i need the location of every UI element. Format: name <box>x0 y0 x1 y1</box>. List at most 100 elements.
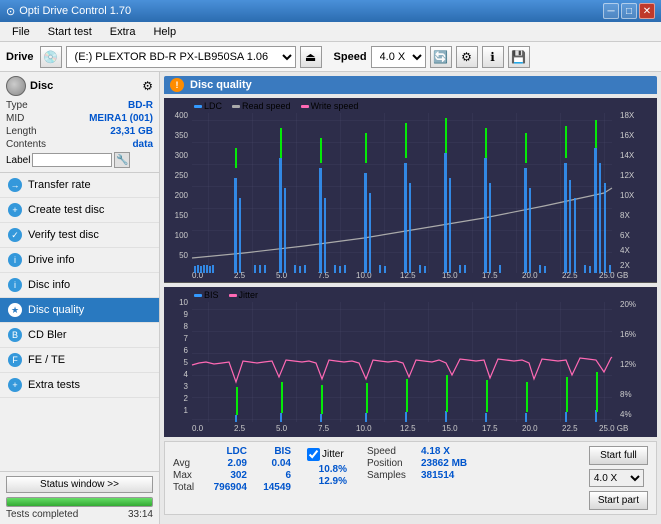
menu-extra[interactable]: Extra <box>102 24 144 40</box>
create-test-disc-icon: + <box>8 203 22 217</box>
main-area: Disc ⚙ Type BD-R MID MEIRA1 (001) Length… <box>0 72 661 524</box>
svg-text:350: 350 <box>175 131 189 140</box>
position-label: Position <box>367 458 417 469</box>
sidebar-item-verify-test-disc[interactable]: ✓ Verify test disc <box>0 223 159 248</box>
length-value: 23,31 GB <box>110 126 153 137</box>
disc-panel: Disc ⚙ Type BD-R MID MEIRA1 (001) Length… <box>0 72 159 173</box>
fe-te-label: FE / TE <box>28 354 65 366</box>
svg-text:14X: 14X <box>620 151 635 160</box>
sidebar-item-drive-info[interactable]: i Drive info <box>0 248 159 273</box>
refresh-button[interactable]: 🔄 <box>430 46 452 68</box>
svg-text:10: 10 <box>179 298 188 307</box>
sidebar-item-fe-te[interactable]: F FE / TE <box>0 348 159 373</box>
verify-test-disc-label: Verify test disc <box>28 229 99 241</box>
sidebar-item-disc-quality[interactable]: ★ Disc quality <box>0 298 159 323</box>
label-input[interactable] <box>32 153 112 167</box>
toolbar: Drive 💿 (E:) PLEXTOR BD-R PX-LB950SA 1.0… <box>0 42 661 72</box>
disc-quality-panel-icon: ! <box>170 78 184 92</box>
speed-info-value: 4.18 X <box>421 446 450 457</box>
save-button[interactable]: 💾 <box>508 46 530 68</box>
contents-value: data <box>132 139 153 150</box>
label-field-label: Label <box>6 155 30 166</box>
minimize-button[interactable]: ─ <box>603 3 619 19</box>
maximize-button[interactable]: □ <box>621 3 637 19</box>
speed-label: Speed <box>334 51 367 63</box>
bis-total: 14549 <box>251 482 291 493</box>
disc-settings-icon: ⚙ <box>142 79 153 93</box>
bis-max: 6 <box>251 470 291 481</box>
ldc-header: LDC <box>207 446 247 457</box>
transfer-rate-label: Transfer rate <box>28 179 91 191</box>
status-window-button[interactable]: Status window >> <box>6 476 153 493</box>
jitter-label: Jitter <box>322 449 344 460</box>
disc-title: Disc <box>30 80 53 92</box>
menu-help[interactable]: Help <box>145 24 184 40</box>
svg-text:5.0: 5.0 <box>276 424 288 433</box>
sidebar-item-extra-tests[interactable]: + Extra tests <box>0 373 159 398</box>
start-part-button[interactable]: Start part <box>589 491 648 510</box>
svg-text:4X: 4X <box>620 246 630 255</box>
settings-button[interactable]: ⚙ <box>456 46 478 68</box>
app-title: Opti Drive Control 1.70 <box>19 5 131 17</box>
type-label: Type <box>6 100 28 111</box>
svg-text:12X: 12X <box>620 171 635 180</box>
jitter-checkbox[interactable] <box>307 448 320 461</box>
ldc-bis-stats: LDC BIS Avg 2.09 0.04 Max 302 6 Total <box>173 446 291 493</box>
bis-avg: 0.04 <box>251 458 291 469</box>
svg-text:9: 9 <box>184 310 189 319</box>
svg-text:2: 2 <box>184 394 189 403</box>
disc-info-icon: i <box>8 278 22 292</box>
svg-text:0.0: 0.0 <box>192 424 204 433</box>
svg-text:20%: 20% <box>620 300 636 309</box>
svg-text:2X: 2X <box>620 261 630 270</box>
menu-file[interactable]: File <box>4 24 38 40</box>
disc-quality-icon: ★ <box>8 303 22 317</box>
svg-text:3: 3 <box>184 382 189 391</box>
close-button[interactable]: ✕ <box>639 3 655 19</box>
sidebar-item-transfer-rate[interactable]: → Transfer rate <box>0 173 159 198</box>
drive-info-label: Drive info <box>28 254 74 266</box>
mid-value: MEIRA1 (001) <box>89 113 153 124</box>
speed-position-stats: Speed 4.18 X Position 23862 MB Samples 3… <box>367 446 467 481</box>
upper-chart: LDC Read speed Write speed <box>164 98 657 283</box>
svg-text:200: 200 <box>175 191 189 200</box>
svg-text:8X: 8X <box>620 211 630 220</box>
extra-tests-icon: + <box>8 378 22 392</box>
nav-list: → Transfer rate + Create test disc ✓ Ver… <box>0 173 159 471</box>
svg-text:25.0 GB: 25.0 GB <box>599 424 628 433</box>
speed-info-label: Speed <box>367 446 417 457</box>
max-label: Max <box>173 470 203 481</box>
menu-start-test[interactable]: Start test <box>40 24 100 40</box>
eject-button[interactable]: ⏏ <box>300 46 322 68</box>
svg-text:10.0: 10.0 <box>356 424 372 433</box>
mid-label: MID <box>6 113 24 124</box>
contents-label: Contents <box>6 139 46 150</box>
ldc-avg: 2.09 <box>207 458 247 469</box>
svg-text:7.5: 7.5 <box>318 424 330 433</box>
progress-fill <box>7 498 152 506</box>
samples-label: Samples <box>367 470 417 481</box>
sidebar: Disc ⚙ Type BD-R MID MEIRA1 (001) Length… <box>0 72 160 524</box>
svg-text:12.5: 12.5 <box>400 424 416 433</box>
svg-text:12%: 12% <box>620 360 636 369</box>
svg-text:4%: 4% <box>620 410 632 419</box>
disc-icon <box>6 76 26 96</box>
start-full-button[interactable]: Start full <box>589 446 648 465</box>
title-bar: ⊙ Opti Drive Control 1.70 ─ □ ✕ <box>0 0 661 22</box>
drive-label: Drive <box>6 51 34 63</box>
sidebar-item-cd-bler[interactable]: B CD Bler <box>0 323 159 348</box>
sidebar-item-disc-info[interactable]: i Disc info <box>0 273 159 298</box>
fe-te-icon: F <box>8 353 22 367</box>
label-edit-button[interactable]: 🔧 <box>114 152 130 168</box>
info-button[interactable]: ℹ <box>482 46 504 68</box>
total-label: Total <box>173 482 203 493</box>
svg-text:400: 400 <box>175 111 189 120</box>
upper-chart-svg: 400 350 300 250 200 150 100 50 18X 16X 1… <box>164 98 654 283</box>
drive-select[interactable]: (E:) PLEXTOR BD-R PX-LB950SA 1.06 <box>66 46 296 68</box>
start-speed-select[interactable]: 4.0 X 2.0 X 8.0 X <box>589 469 644 487</box>
svg-text:150: 150 <box>175 211 189 220</box>
svg-text:15.0: 15.0 <box>442 424 458 433</box>
speed-select[interactable]: 4.0 X <box>371 46 426 68</box>
app-icon: ⊙ <box>6 5 15 18</box>
sidebar-item-create-test-disc[interactable]: + Create test disc <box>0 198 159 223</box>
